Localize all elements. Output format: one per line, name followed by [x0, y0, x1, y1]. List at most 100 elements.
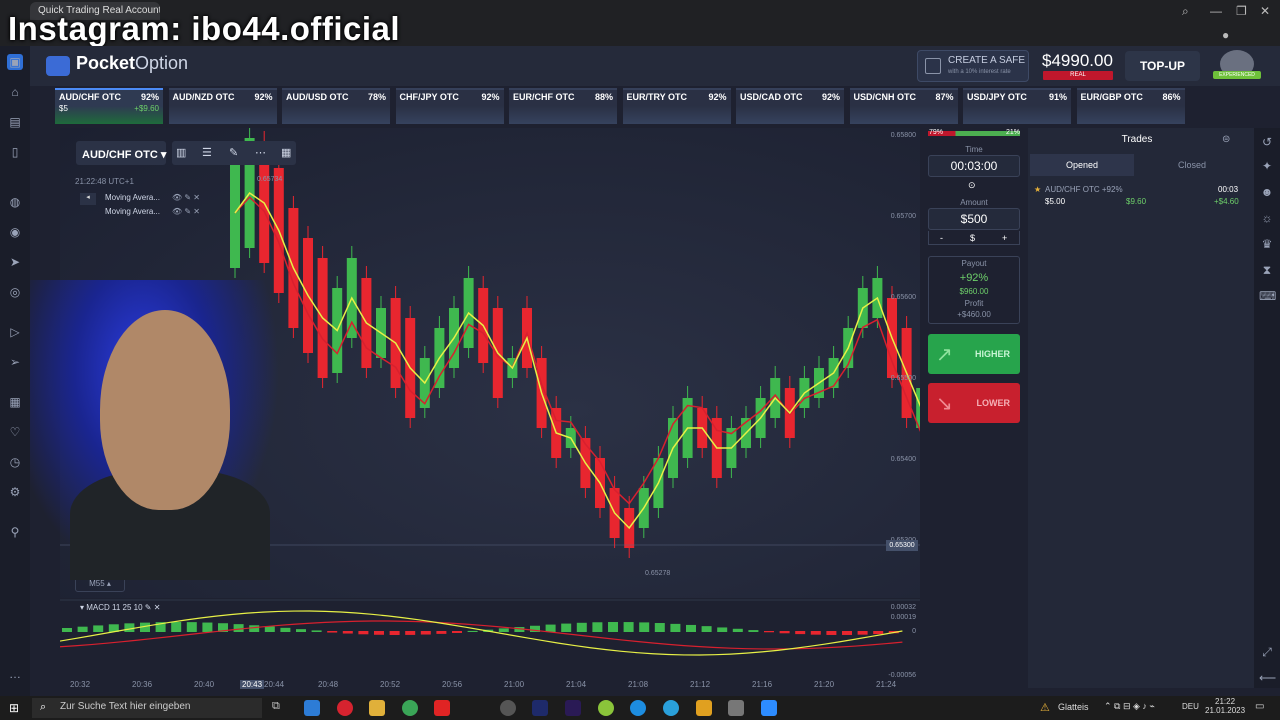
profit-amount: +$460.00 — [957, 310, 991, 319]
premiere-icon[interactable] — [565, 700, 581, 716]
zoom-icon[interactable] — [761, 700, 777, 716]
pinwheel-icon[interactable] — [696, 700, 712, 716]
chart-type-icon[interactable]: ▥ — [176, 146, 186, 159]
tray-icons[interactable]: ⌃ ⧉ ⊟ ◈ ♪ ⌁ — [1104, 701, 1155, 712]
minimize-icon[interactable]: — — [1210, 4, 1222, 18]
asset-stake: $5 — [59, 104, 68, 113]
asset-sparkline — [168, 106, 277, 124]
heart-icon[interactable]: ♡ — [7, 424, 23, 440]
time-tick: 21:04 — [566, 680, 587, 689]
keyboard-icon[interactable]: ⌨ — [1259, 288, 1276, 304]
macd-tick: -0.00056 — [888, 672, 916, 679]
location-icon[interactable]: ⚲ — [7, 524, 23, 540]
hourglass-icon[interactable]: ⧗ — [1259, 262, 1275, 278]
draw-icon[interactable]: ✎ — [229, 146, 238, 159]
app-logo[interactable]: PocketOption — [76, 53, 188, 74]
photoshop-icon[interactable] — [532, 700, 548, 716]
mail-icon[interactable] — [304, 700, 320, 716]
indicator-ma-2[interactable]: Moving Avera... — [105, 207, 160, 216]
indicator-controls-1[interactable]: 👁 ✎ ✕ — [172, 193, 200, 202]
youtube-icon[interactable] — [434, 700, 450, 716]
asset-tab[interactable]: EUR/CHF OTC 88% — [509, 88, 617, 124]
app-icon-6[interactable] — [500, 700, 516, 716]
instagram-icon[interactable]: ◎ — [7, 284, 23, 300]
trophy-icon[interactable]: ♛ — [1259, 236, 1275, 252]
tab-closed[interactable]: Closed — [1140, 154, 1244, 176]
app-icon[interactable]: ▣ — [7, 54, 23, 70]
tournaments-icon[interactable]: ☼ — [1259, 210, 1275, 226]
discord-icon[interactable] — [728, 700, 744, 716]
chrome-icon[interactable] — [402, 700, 418, 716]
asset-tab[interactable]: AUD/USD OTC 78% — [282, 88, 390, 124]
apps-icon[interactable]: ▦ — [7, 394, 23, 410]
warning-icon[interactable]: ⚠ — [1040, 701, 1050, 714]
account-balance[interactable]: $4990.00 — [1042, 51, 1113, 71]
weather-text[interactable]: Glatteis — [1058, 702, 1089, 712]
indicator-ma-1[interactable]: Moving Avera... — [105, 193, 160, 202]
asset-tab[interactable]: USD/JPY OTC 91% — [963, 88, 1071, 124]
topup-button[interactable]: TOP-UP — [1125, 51, 1200, 81]
settings-icon[interactable]: ⚙ — [7, 484, 23, 500]
trade-item-asset[interactable]: AUD/CHF OTC +92% — [1045, 185, 1123, 194]
timer-icon[interactable]: ⊙ — [968, 180, 976, 191]
back-icon[interactable]: ⟵ — [1259, 670, 1276, 686]
language-indicator[interactable]: DEU — [1182, 702, 1199, 711]
edge-icon[interactable] — [630, 700, 646, 716]
history-icon[interactable]: ↺ — [1259, 134, 1275, 150]
close-icon[interactable]: ✕ — [1260, 4, 1270, 18]
maximize-icon[interactable]: ❐ — [1236, 4, 1247, 18]
indicators-icon[interactable]: ☰ — [202, 146, 212, 159]
more-tools-icon[interactable]: ⋯ — [255, 146, 266, 159]
notification-icon[interactable]: ▭ — [1255, 701, 1264, 712]
amount-currency-button[interactable]: $ — [970, 233, 975, 243]
more-icon[interactable]: … — [7, 666, 23, 682]
home-icon[interactable]: ⌂ — [7, 84, 23, 100]
amount-input[interactable]: $500 — [928, 208, 1020, 230]
opera-icon[interactable] — [337, 700, 353, 716]
whatsapp-icon[interactable]: ◉ — [7, 224, 23, 240]
signals-icon[interactable]: ✦ — [1259, 158, 1275, 174]
collapse-indicators-icon[interactable]: ◂ — [80, 193, 96, 205]
asset-tab[interactable]: AUD/CHF OTC 92% $5 +$9.60 — [55, 88, 163, 124]
time-input[interactable]: 00:03:00 — [928, 155, 1020, 177]
phone-icon[interactable]: ▯ — [7, 144, 23, 160]
asset-tab[interactable]: EUR/TRY OTC 92% — [622, 88, 731, 124]
amount-label: Amount — [960, 198, 988, 207]
messenger-icon[interactable]: ◍ — [7, 194, 23, 210]
wallet-icon[interactable]: ▤ — [7, 114, 23, 130]
asset-payout: 92% — [140, 92, 159, 102]
time-tick: 21:12 — [690, 680, 711, 689]
macd-label[interactable]: ▾ MACD 11 25 10 ✎ ✕ — [80, 603, 160, 612]
layout-grid-icon[interactable]: ▦ — [281, 146, 291, 159]
asset-tab[interactable]: USD/CAD OTC 92% — [736, 88, 844, 124]
asset-tab[interactable]: EUR/GBP OTC 86% — [1076, 88, 1185, 124]
indicator-controls-2[interactable]: 👁 ✎ ✕ — [172, 207, 200, 216]
fullscreen-icon[interactable]: ⤢ — [1259, 644, 1275, 660]
folder-icon[interactable] — [369, 700, 385, 716]
asset-tab[interactable]: USD/CNH OTC 87% — [849, 88, 958, 124]
clock[interactable]: 21:22 21.01.2023 — [1205, 697, 1245, 715]
send-icon[interactable]: ➢ — [7, 354, 23, 370]
asset-payout: 78% — [367, 92, 386, 102]
telegram-icon[interactable]: ➤ — [7, 254, 23, 270]
time-tick: 21:16 — [752, 680, 773, 689]
macd-tick: 0.00032 — [890, 604, 916, 611]
start-icon[interactable]: ⊞ — [9, 701, 19, 715]
profile-icon[interactable]: ● — [1222, 28, 1229, 42]
pair-select[interactable]: AUD/CHF OTC ▾ — [82, 148, 166, 161]
telegram-taskbar-icon[interactable] — [663, 700, 679, 716]
macd-signal-line — [60, 620, 903, 650]
tab-opened[interactable]: Opened — [1030, 154, 1134, 176]
social-icon[interactable]: ☻ — [1259, 184, 1275, 200]
amount-decrease-button[interactable]: - — [940, 233, 943, 243]
asset-tab[interactable]: AUD/NZD OTC 92% — [168, 88, 277, 124]
clock-icon[interactable]: ◷ — [7, 454, 23, 470]
asset-tab[interactable]: CHF/JPY OTC 92% — [395, 88, 504, 124]
amount-increase-button[interactable]: + — [1002, 233, 1007, 243]
taskbar-search-input[interactable]: Zur Suche Text hier eingeben — [32, 698, 262, 718]
trades-menu-icon[interactable]: ⊜ — [1222, 134, 1230, 145]
play-icon[interactable]: ▷ — [7, 324, 23, 340]
task-view-icon[interactable]: ⧉ — [272, 700, 288, 716]
search-icon[interactable]: ⌕ — [1182, 4, 1189, 19]
app-icon-9[interactable] — [598, 700, 614, 716]
